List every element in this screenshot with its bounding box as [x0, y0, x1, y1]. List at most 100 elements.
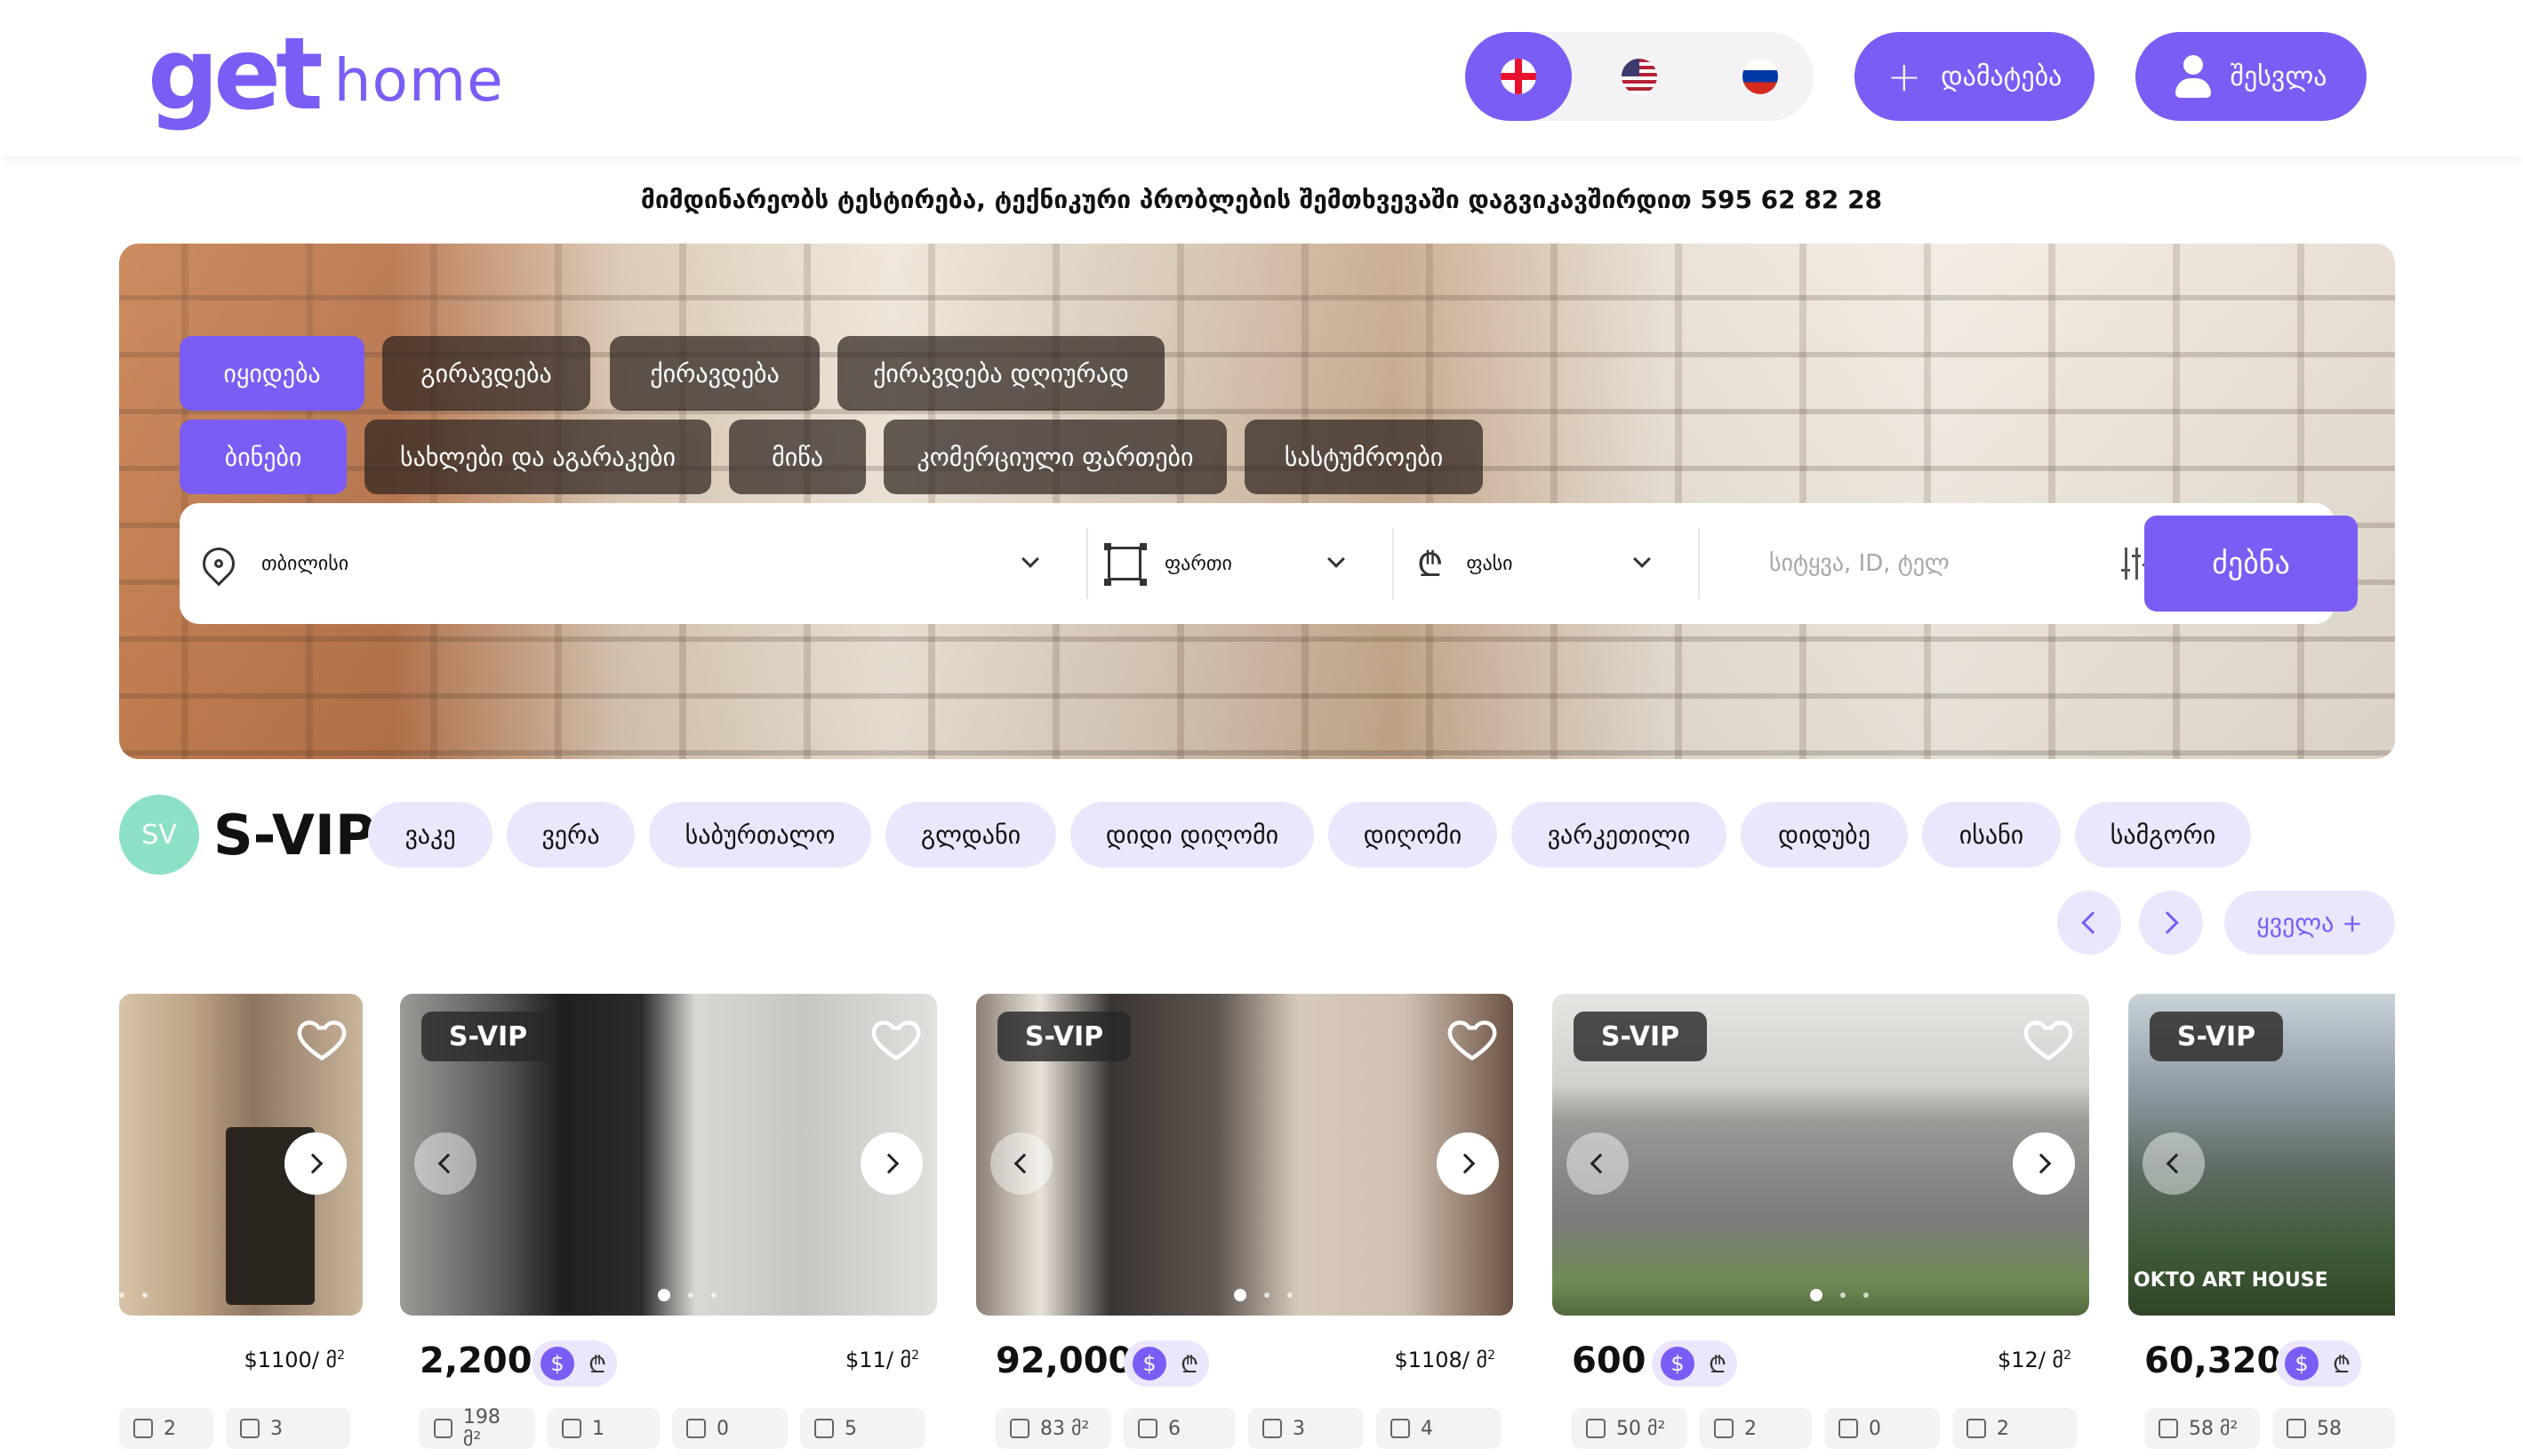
- area-icon: [1010, 1419, 1029, 1438]
- currency-toggle[interactable]: $ ₾: [1124, 1340, 1209, 1387]
- district-chip[interactable]: დიღომი: [1328, 802, 1497, 868]
- photo-dots: [1234, 1289, 1293, 1301]
- district-chip[interactable]: ვაკე: [368, 802, 493, 868]
- listing-price: 2,200: [420, 1340, 533, 1381]
- svip-tag: S-VIP: [1574, 1012, 1707, 1061]
- listing-card[interactable]: S-VIP 92,000 $ ₾ $1108/ მ2 83 მ² 6 3 4: [976, 994, 1513, 1456]
- photo-prev-button[interactable]: [990, 1132, 1053, 1195]
- usd-icon[interactable]: $: [1133, 1347, 1166, 1380]
- photo-next-button[interactable]: [1437, 1132, 1499, 1195]
- property-type-commercial[interactable]: კომერციული ფართები: [884, 420, 1227, 494]
- photo-prev-button[interactable]: [2143, 1132, 2205, 1195]
- gel-icon[interactable]: ₾: [1707, 1348, 1728, 1380]
- district-chip[interactable]: სამგორი: [2075, 802, 2251, 868]
- area-icon: [1104, 543, 1141, 580]
- district-chip[interactable]: ვარკეთილი: [1511, 802, 1726, 868]
- bed-icon: [1838, 1419, 1858, 1438]
- gel-icon[interactable]: ₾: [1179, 1348, 1200, 1380]
- price-per-sqm: $11/ მ2: [845, 1348, 919, 1372]
- currency-toggle[interactable]: $ ₾: [1652, 1340, 1737, 1387]
- deal-type-daily-label: ქირავდება დღიურად: [873, 358, 1129, 388]
- heart-icon[interactable]: [869, 1012, 923, 1065]
- district-chip[interactable]: დიდი დიღომი: [1070, 802, 1314, 868]
- listing-photo[interactable]: S-VIP: [400, 994, 937, 1316]
- photo-dots: [658, 1289, 717, 1301]
- feature-floors: 3: [226, 1408, 350, 1449]
- feature-value: 58 მ²: [2189, 1417, 2239, 1440]
- lang-en-button[interactable]: [1586, 32, 1693, 121]
- property-type-flats[interactable]: ბინები: [180, 420, 347, 494]
- deal-type-rent[interactable]: ქირავდება: [610, 336, 820, 411]
- photo-next-button[interactable]: [861, 1132, 923, 1195]
- city-select[interactable]: თბილისი: [196, 503, 1056, 624]
- heart-icon[interactable]: [2022, 1012, 2075, 1065]
- price-per-sqm: $1100/ მ2: [244, 1348, 345, 1372]
- listing-photo[interactable]: S-VIP OKTO ART HOUSE: [2128, 994, 2395, 1316]
- building-icon: [240, 1419, 260, 1438]
- feature-value: 83 მ²: [1040, 1417, 1090, 1440]
- district-chip[interactable]: ვერა: [507, 802, 635, 868]
- user-icon: [2175, 55, 2211, 98]
- lang-ru-button[interactable]: [1707, 32, 1814, 121]
- property-type-hotels[interactable]: სასტუმროები: [1245, 420, 1483, 494]
- feature-value: 0: [1869, 1417, 1881, 1440]
- usd-icon[interactable]: $: [541, 1347, 574, 1380]
- heart-icon[interactable]: [295, 1012, 348, 1065]
- property-type-houses[interactable]: სახლები და აგარაკები: [364, 420, 711, 494]
- feature-floors: 2: [1952, 1408, 2077, 1449]
- district-chip[interactable]: გლდანი: [885, 802, 1056, 868]
- listing-card[interactable]: S-VIP 2,200 $ ₾ $11/ მ2 198 მ² 1 0 5: [400, 994, 937, 1456]
- district-chip[interactable]: დიდუბე: [1741, 802, 1908, 868]
- currency-toggle[interactable]: $ ₾: [2276, 1340, 2361, 1387]
- chevron-left-icon: [437, 1153, 459, 1174]
- building-icon: [1966, 1419, 1986, 1438]
- area-select[interactable]: ფართი: [1104, 503, 1366, 624]
- price-select[interactable]: ₾ ფასი: [1417, 503, 1675, 624]
- carousel-prev-button[interactable]: [2057, 891, 2121, 955]
- chevron-left-icon: [2081, 911, 2104, 934]
- currency-toggle[interactable]: $ ₾: [532, 1340, 617, 1387]
- photo-caption: OKTO ART HOUSE: [2134, 1269, 2328, 1292]
- district-chip[interactable]: საბურთალო: [649, 802, 871, 868]
- deal-type-buy[interactable]: იყიდება: [180, 336, 364, 411]
- heart-icon[interactable]: [1446, 1012, 1499, 1065]
- photo-dots: [119, 1289, 148, 1301]
- price-per-sqm-value: $11/ მ: [845, 1348, 912, 1372]
- listing-photo[interactable]: S-VIP: [976, 994, 1513, 1316]
- carousel-next-button[interactable]: [2139, 891, 2203, 955]
- chevron-right-icon: [878, 1153, 900, 1174]
- usd-icon[interactable]: $: [2285, 1347, 2319, 1380]
- listing-card[interactable]: S-VIP OKTO ART HOUSE 60,320 $ ₾ 58 მ² 58: [2128, 994, 2395, 1456]
- add-listing-button[interactable]: + დამატება: [1854, 32, 2094, 121]
- feature-rooms: 1: [548, 1408, 660, 1449]
- usd-icon[interactable]: $: [1661, 1347, 1694, 1380]
- site-logo[interactable]: get home: [148, 25, 504, 124]
- lang-ka-button[interactable]: [1465, 32, 1572, 121]
- login-button[interactable]: შესვლა: [2135, 32, 2367, 121]
- photo-prev-button[interactable]: [414, 1132, 477, 1195]
- listing-photo[interactable]: [119, 994, 363, 1316]
- district-chip[interactable]: ისანი: [1922, 802, 2061, 868]
- building-icon: [1390, 1419, 1410, 1438]
- feature-bedrooms: 0: [672, 1408, 788, 1449]
- photo-next-button[interactable]: [284, 1132, 347, 1195]
- chevron-left-icon: [1013, 1153, 1035, 1174]
- divider: [1392, 528, 1394, 599]
- listing-card[interactable]: $1100/ მ2 2 3: [119, 994, 363, 1456]
- property-type-land[interactable]: მიწა: [729, 420, 866, 494]
- deal-type-pledge[interactable]: გირავდება: [382, 336, 590, 411]
- listing-photo[interactable]: S-VIP: [1552, 994, 2089, 1316]
- photo-dots: [1810, 1289, 1869, 1301]
- view-all-button[interactable]: ყველა +: [2224, 891, 2395, 955]
- photo-prev-button[interactable]: [1566, 1132, 1629, 1195]
- photo-next-button[interactable]: [2013, 1132, 2075, 1195]
- feature-area: 58 მ²: [2144, 1408, 2260, 1449]
- deal-type-daily-rent[interactable]: ქირავდება დღიურად: [837, 336, 1165, 411]
- gel-icon[interactable]: ₾: [2331, 1348, 2352, 1380]
- feature-area: 83 მ²: [996, 1408, 1111, 1449]
- search-input[interactable]: [1769, 503, 2125, 624]
- search-button[interactable]: ძებნა: [2144, 516, 2358, 612]
- listing-card[interactable]: S-VIP 600 $ ₾ $12/ მ2 50 მ² 2 0 2: [1552, 994, 2089, 1456]
- gel-icon[interactable]: ₾: [587, 1348, 608, 1380]
- hero-banner: იყიდება გირავდება ქირავდება ქირავდება დღ…: [119, 244, 2395, 759]
